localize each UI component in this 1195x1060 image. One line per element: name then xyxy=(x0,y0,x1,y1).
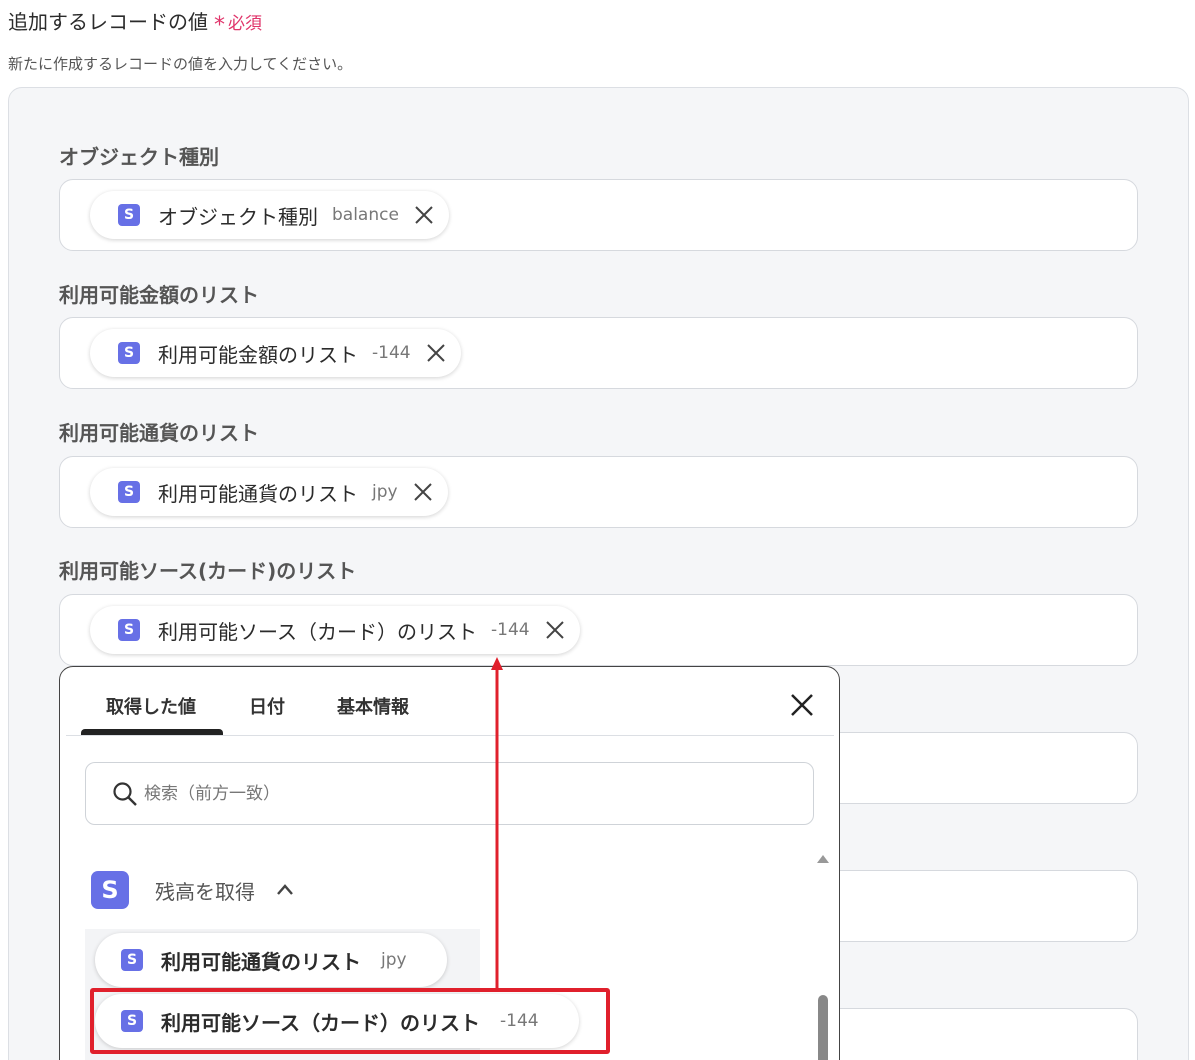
value-picker-popup: 取得した値 日付 基本情報 S 残高を取得 S 利用可能通貨のリスト jpy S… xyxy=(59,666,840,1060)
search-box[interactable] xyxy=(85,762,814,825)
search-input[interactable] xyxy=(144,777,744,811)
required-label: 必須 xyxy=(228,14,262,34)
stripe-s-icon: S xyxy=(118,481,140,503)
list-item[interactable]: S 利用可能ソース（カード）のリスト -144 xyxy=(95,994,579,1048)
tab-date[interactable]: 日付 xyxy=(249,693,285,719)
chip-value: jpy xyxy=(372,482,398,502)
field-input-object-type[interactable]: S オブジェクト種別 balance xyxy=(59,179,1138,251)
chip-label: 利用可能通貨のリスト xyxy=(158,481,358,506)
stripe-s-icon: S xyxy=(91,871,129,909)
chip-value: -144 xyxy=(372,343,411,363)
stripe-s-icon: S xyxy=(121,1010,143,1032)
required-badge: * 必須 xyxy=(214,13,262,38)
scroll-up-arrow[interactable] xyxy=(817,855,829,863)
chip-label: 利用可能金額のリスト xyxy=(158,342,358,367)
list-item-value: jpy xyxy=(381,950,407,970)
list-item-label: 利用可能ソース（カード）のリスト xyxy=(161,1010,480,1035)
list-item-value: -144 xyxy=(500,1011,539,1031)
popup-tabs: 取得した値 日付 基本情報 xyxy=(60,667,839,737)
section-title: 追加するレコードの値 * 必須 xyxy=(8,6,262,38)
chip-value: -144 xyxy=(491,620,530,640)
group-header-get-balance[interactable]: S 残高を取得 xyxy=(91,870,295,910)
stripe-s-icon: S xyxy=(118,204,140,226)
tab-basic-info[interactable]: 基本情報 xyxy=(337,693,409,719)
remove-chip-icon[interactable] xyxy=(412,481,434,503)
scrollbar-thumb[interactable] xyxy=(818,995,828,1060)
tab-obtained-values[interactable]: 取得した値 xyxy=(106,693,196,719)
section-title-text: 追加するレコードの値 xyxy=(8,10,208,34)
chip-value: balance xyxy=(332,205,399,225)
value-chip[interactable]: S オブジェクト種別 balance xyxy=(90,191,449,239)
value-chip[interactable]: S 利用可能ソース（カード）のリスト -144 xyxy=(90,606,580,654)
close-icon[interactable] xyxy=(788,691,816,719)
field-label-available-currency: 利用可能通貨のリスト xyxy=(59,421,259,445)
field-input-available-source-card[interactable]: S 利用可能ソース（カード）のリスト -144 xyxy=(59,594,1138,666)
field-label-available-source-card: 利用可能ソース(カード)のリスト xyxy=(59,559,357,583)
tab-divider xyxy=(66,735,834,736)
field-input-available-amount[interactable]: S 利用可能金額のリスト -144 xyxy=(59,317,1138,389)
stripe-s-icon: S xyxy=(118,619,140,641)
chip-label: オブジェクト種別 xyxy=(158,204,318,229)
list-item-label: 利用可能通貨のリスト xyxy=(161,949,361,974)
field-label-object-type: オブジェクト種別 xyxy=(59,145,219,169)
required-asterisk-icon: * xyxy=(214,13,225,38)
search-icon xyxy=(112,781,138,807)
remove-chip-icon[interactable] xyxy=(544,619,566,641)
value-chip[interactable]: S 利用可能金額のリスト -144 xyxy=(90,329,461,377)
list-item[interactable]: S 利用可能通貨のリスト jpy xyxy=(95,933,447,987)
stripe-s-icon: S xyxy=(121,949,143,971)
remove-chip-icon[interactable] xyxy=(425,342,447,364)
field-label-available-amount: 利用可能金額のリスト xyxy=(59,283,259,307)
value-chip[interactable]: S 利用可能通貨のリスト jpy xyxy=(90,468,448,516)
chip-label: 利用可能ソース（カード）のリスト xyxy=(158,619,477,644)
stripe-s-icon: S xyxy=(118,342,140,364)
section-description: 新たに作成するレコードの値を入力してください。 xyxy=(8,55,353,73)
chevron-up-icon[interactable] xyxy=(275,880,295,900)
remove-chip-icon[interactable] xyxy=(413,204,435,226)
field-input-available-currency[interactable]: S 利用可能通貨のリスト jpy xyxy=(59,456,1138,528)
group-title: 残高を取得 xyxy=(155,879,255,904)
